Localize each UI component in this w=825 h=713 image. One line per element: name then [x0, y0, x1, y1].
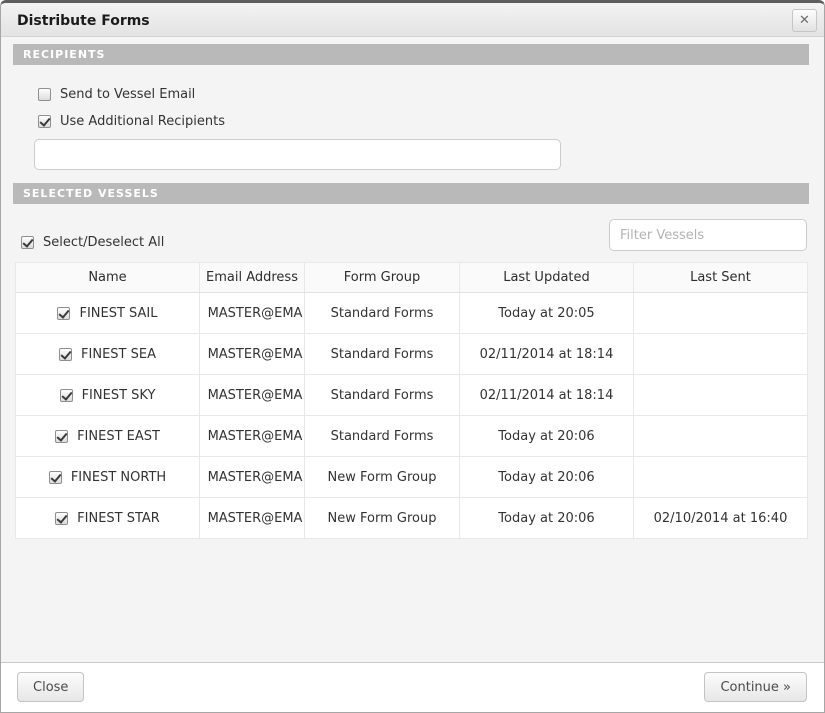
vessel-last-sent-cell [634, 375, 808, 416]
vessel-last-sent-cell [634, 293, 808, 334]
vessel-form-group-cell: Standard Forms [305, 416, 460, 457]
vessel-email-cell: MASTER@EMA [200, 416, 305, 457]
vessel-checkbox[interactable] [60, 389, 73, 402]
vessel-name-cell: FINEST SEA [16, 334, 200, 375]
vessel-name: FINEST EAST [77, 429, 160, 444]
column-header: Last Sent [634, 263, 808, 293]
continue-button[interactable]: Continue » [704, 672, 807, 702]
selected-vessels-section-header: SELECTED VESSELS [13, 183, 809, 204]
vessel-form-group-cell: New Form Group [305, 498, 460, 539]
vessel-name: FINEST STAR [77, 511, 160, 526]
vessel-last-updated-cell: Today at 20:06 [460, 498, 634, 539]
vessel-name: FINEST NORTH [71, 470, 166, 485]
vessel-email-cell: MASTER@EMA [200, 293, 305, 334]
dialog-body: RECIPIENTS Send to Vessel Email Use Addi… [1, 37, 824, 662]
vessel-name: FINEST SKY [82, 388, 156, 403]
vessel-name-cell: FINEST EAST [16, 416, 200, 457]
selected-vessels-section-title: SELECTED VESSELS [23, 187, 159, 200]
vessel-email-cell: MASTER@EMA [200, 498, 305, 539]
vessel-email-cell: MASTER@EMA [200, 334, 305, 375]
recipients-section-header: RECIPIENTS [13, 44, 809, 65]
table-row: FINEST STAR MASTER@EMANew Form GroupToday… [16, 498, 808, 539]
use-additional-recipients-row: Use Additional Recipients [38, 114, 824, 129]
table-row: FINEST NORTH MASTER@EMANew Form GroupToda… [16, 457, 808, 498]
vessel-last-updated-cell: 02/11/2014 at 18:14 [460, 334, 634, 375]
table-row: FINEST SKY MASTER@EMAStandard Forms02/11/… [16, 375, 808, 416]
vessel-last-sent-cell: 02/10/2014 at 16:40 [634, 498, 808, 539]
vessel-email-cell: MASTER@EMA [200, 457, 305, 498]
vessel-checkbox[interactable] [59, 348, 72, 361]
vessel-last-sent-cell [634, 457, 808, 498]
vessel-checkbox[interactable] [55, 430, 68, 443]
column-header: Name [16, 263, 200, 293]
distribute-forms-dialog: Distribute Forms ✕ RECIPIENTS Send to Ve… [0, 0, 825, 713]
close-button[interactable]: Close [17, 672, 84, 702]
vessels-table-header-row: NameEmail AddressForm GroupLast UpdatedL… [16, 263, 808, 293]
vessel-checkbox[interactable] [49, 471, 62, 484]
select-all-checkbox[interactable] [21, 236, 34, 249]
vessel-checkbox[interactable] [55, 512, 68, 525]
close-icon[interactable]: ✕ [792, 9, 817, 32]
use-additional-recipients-label: Use Additional Recipients [60, 114, 225, 129]
column-header: Email Address [200, 263, 305, 293]
vessel-form-group-cell: New Form Group [305, 457, 460, 498]
dialog-title: Distribute Forms [17, 13, 150, 29]
vessel-form-group-cell: Standard Forms [305, 334, 460, 375]
vessel-checkbox[interactable] [57, 307, 70, 320]
table-row: FINEST SEA MASTER@EMAStandard Forms02/11/… [16, 334, 808, 375]
column-header: Last Updated [460, 263, 634, 293]
vessel-name-cell: FINEST STAR [16, 498, 200, 539]
vessel-form-group-cell: Standard Forms [305, 293, 460, 334]
dialog-footer: Close Continue » [1, 662, 824, 712]
send-to-vessel-row: Send to Vessel Email [38, 87, 824, 102]
dialog-titlebar: Distribute Forms ✕ [1, 3, 824, 37]
vessel-name-cell: FINEST NORTH [16, 457, 200, 498]
vessel-last-updated-cell: Today at 20:05 [460, 293, 634, 334]
additional-recipients-input[interactable] [34, 139, 561, 170]
vessel-name-cell: FINEST SKY [16, 375, 200, 416]
table-row: FINEST SAIL MASTER@EMAStandard FormsToday… [16, 293, 808, 334]
vessel-name: FINEST SEA [81, 347, 156, 362]
filter-vessels-input[interactable] [609, 219, 807, 251]
vessel-last-sent-cell [634, 334, 808, 375]
vessel-form-group-cell: Standard Forms [305, 375, 460, 416]
vessel-last-updated-cell: Today at 20:06 [460, 416, 634, 457]
vessel-name: FINEST SAIL [79, 306, 157, 321]
send-to-vessel-label: Send to Vessel Email [60, 87, 195, 102]
vessels-table-body: FINEST SAILMASTER@EMAStandard FormsToday… [16, 293, 808, 539]
send-to-vessel-checkbox[interactable] [38, 88, 51, 101]
vessel-email-cell: MASTER@EMA [200, 375, 305, 416]
select-all-label: Select/Deselect All [43, 235, 164, 250]
select-all-row: Select/Deselect All [21, 235, 164, 250]
vessel-last-updated-cell: 02/11/2014 at 18:14 [460, 375, 634, 416]
vessel-controls-row: Select/Deselect All [1, 204, 824, 262]
table-row: FINEST EAST MASTER@EMAStandard FormsToday… [16, 416, 808, 457]
vessel-last-updated-cell: Today at 20:06 [460, 457, 634, 498]
vessels-table: NameEmail AddressForm GroupLast UpdatedL… [15, 262, 808, 539]
vessel-name-cell: FINEST SAIL [16, 293, 200, 334]
vessel-last-sent-cell [634, 416, 808, 457]
use-additional-recipients-checkbox[interactable] [38, 115, 51, 128]
column-header: Form Group [305, 263, 460, 293]
recipients-section-title: RECIPIENTS [23, 48, 105, 61]
